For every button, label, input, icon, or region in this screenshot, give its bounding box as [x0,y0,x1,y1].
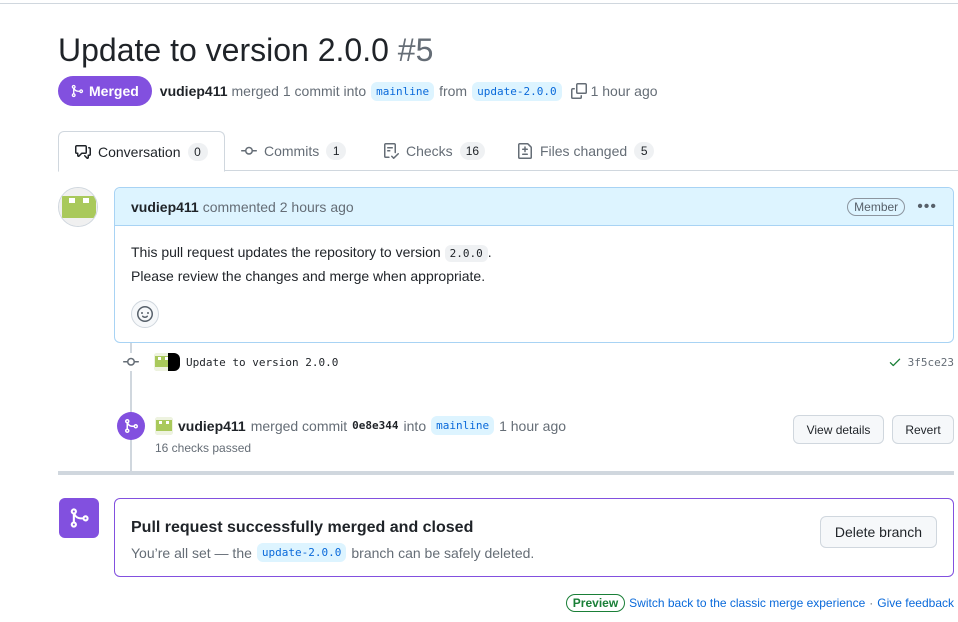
give-feedback-link[interactable]: Give feedback [877,596,954,610]
merged-by-author-link[interactable]: vudiep411 [178,418,246,434]
merged-event: vudiep411 merged commit 0e8e344 into mai… [117,412,954,462]
git-merge-icon [71,84,84,98]
comment-body: This pull request updates the repository… [115,226,953,287]
revert-button[interactable]: Revert [892,415,954,444]
top-divider [0,3,958,4]
tab-commits-label: Commits [264,143,320,159]
comment-line-1: This pull request updates the repository… [131,241,937,265]
timeline-separator [58,471,954,475]
merged-status-badge: Merged [58,76,152,106]
pr-tabs: Conversation 0 Commits 1 Checks 16 Files… [58,131,958,172]
checks-icon [384,143,399,159]
merged-event-icon [117,412,145,440]
checks-passed-text: 16 checks passed [155,441,252,455]
comment-line-1-end: . [487,244,492,260]
git-merge-icon [70,508,89,528]
head-branch[interactable]: update-2.0.0 [472,81,562,101]
merge-sub-post: branch can be safely deleted. [351,544,535,561]
check-icon[interactable] [888,355,902,369]
merged-by-avatar[interactable] [155,416,173,435]
copy-icon[interactable] [570,83,587,99]
comment-action: commented 2 hours ago [202,198,354,215]
pr-author-link[interactable]: vudiep411 [160,83,228,99]
tab-commits-count: 1 [326,142,347,160]
footer-separator: · [869,596,874,610]
tab-checks[interactable]: Checks 16 [383,131,486,171]
kebab-menu-icon[interactable]: ••• [917,198,937,216]
file-diff-icon [518,143,532,159]
commit-avatars [154,353,180,371]
merged-status-label: Merged [89,83,139,99]
tab-checks-count: 16 [459,142,486,160]
add-reaction-button[interactable] [131,300,159,328]
comment-card: vudiep411 commented 2 hours ago Member •… [114,187,954,343]
commit-row: Update to version 2.0.0 3f5ce23 [122,351,954,373]
merge-commit-sha-link[interactable]: 0e8e344 [352,419,398,432]
tab-conversation[interactable]: Conversation 0 [58,131,225,172]
commit-sha-group: 3f5ce23 [888,355,954,369]
tab-checks-label: Checks [406,143,453,159]
comment-line-2: Please review the changes and merge when… [131,268,486,284]
merge-box-icon [59,498,99,538]
conversation-icon [75,144,91,159]
commit-message-link[interactable]: Update to version 2.0.0 [186,356,338,369]
merged-into-text: into [403,417,427,434]
comment-author-link[interactable]: vudiep411 [131,199,199,215]
smiley-icon [137,306,153,322]
tab-conversation-label: Conversation [98,143,181,160]
merge-experience-footer: Preview Switch back to the classic merge… [565,594,954,612]
tab-conversation-count: 0 [187,142,208,161]
comment-header: vudiep411 commented 2 hours ago Member •… [115,188,953,226]
commit-dot-icon [122,353,140,371]
pr-time: 1 hour ago [590,83,658,99]
inline-code: 2.0.0 [444,245,488,262]
merged-commit-text: merged commit [250,417,348,434]
merged-event-time: 1 hour ago [499,417,567,434]
merge-status-subtitle: You’re all set — the update-2.0.0 branch… [131,543,534,562]
view-details-button[interactable]: View details [793,415,884,444]
git-merge-icon [125,419,139,433]
tab-files-changed-label: Files changed [540,143,628,159]
pr-merged-text: merged 1 commit into [231,83,367,99]
committer-avatar[interactable] [168,353,180,371]
preview-badge: Preview [565,594,626,612]
commit-icon [241,146,257,155]
merge-status-box: Pull request successfully merged and clo… [114,498,954,577]
page-title: Update to version 2.0.0 #5 [58,30,433,70]
pr-number: #5 [397,32,434,68]
pr-title: Update to version 2.0.0 [58,32,389,68]
base-branch[interactable]: mainline [371,81,435,101]
merged-event-text: vudiep411 merged commit 0e8e344 into mai… [155,416,566,435]
merged-into-branch[interactable]: mainline [431,416,495,435]
merge-status-title: Pull request successfully merged and clo… [131,519,474,536]
commit-sha-link[interactable]: 3f5ce23 [908,356,954,369]
avatar[interactable] [58,187,98,227]
pr-meta: Merged vudiep411 merged 1 commit into ma… [58,76,658,106]
pr-from-text: from [439,83,468,99]
member-badge: Member [847,197,906,216]
switch-classic-link[interactable]: Switch back to the classic merge experie… [629,596,865,610]
comment-line-1-text: This pull request updates the repository… [131,244,441,260]
tab-commits[interactable]: Commits 1 [241,131,347,171]
tab-files-changed[interactable]: Files changed 5 [517,131,655,171]
merge-sub-pre: You’re all set — the [131,544,252,561]
tab-files-changed-count: 5 [634,142,655,160]
deletable-branch[interactable]: update-2.0.0 [256,543,347,562]
delete-branch-button[interactable]: Delete branch [819,516,937,548]
